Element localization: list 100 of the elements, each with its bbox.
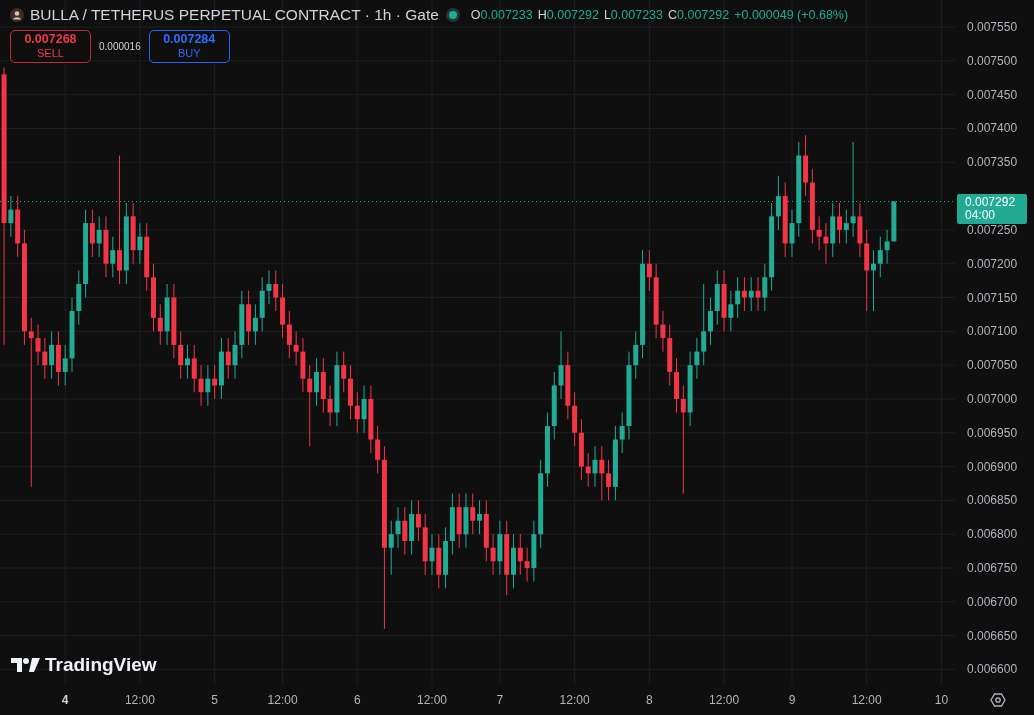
candlestick [429, 533, 435, 576]
candlestick [816, 215, 822, 251]
price-label: 0.006850 [967, 493, 1018, 508]
candlestick [327, 384, 333, 427]
candlestick [517, 533, 523, 576]
candlestick [599, 445, 605, 501]
candlestick [110, 236, 116, 278]
candlestick [707, 297, 713, 346]
candlestick [157, 303, 163, 346]
candlestick [728, 290, 734, 332]
price-label: 0.007200 [967, 256, 1018, 271]
candlestick [89, 209, 95, 258]
candlestick [762, 263, 768, 312]
ohlc-value: 0.007292 [546, 8, 599, 22]
candlestick [35, 324, 41, 366]
ref-line-label: 0.007292 [965, 194, 1017, 209]
candlestick [884, 229, 890, 265]
candlestick [402, 506, 408, 555]
status-dot [448, 11, 457, 19]
candlestick [837, 202, 843, 244]
candlestick [775, 175, 781, 231]
price-label: 0.007150 [967, 290, 1018, 305]
candlestick [789, 209, 795, 258]
candlestick [184, 344, 190, 380]
avatar-icon [10, 8, 24, 22]
price-label: 0.006900 [967, 459, 1018, 474]
candlestick [178, 330, 184, 380]
candlestick [877, 236, 883, 278]
ohlc-label: C [668, 8, 678, 22]
price-label: 0.006800 [967, 527, 1018, 542]
time-label: 12:00 [851, 693, 882, 707]
time-label: 5 [211, 693, 218, 707]
price-label: 0.007050 [967, 358, 1018, 373]
candlestick [415, 499, 421, 542]
candlestick [293, 330, 299, 366]
candlestick [225, 337, 231, 380]
time-label: 12:00 [416, 693, 447, 707]
time-label: 12:00 [559, 693, 590, 707]
candlestick [307, 364, 313, 447]
candlestick [252, 303, 258, 346]
candlestick [96, 215, 102, 258]
candlestick [524, 547, 530, 583]
price-label: 0.007500 [967, 53, 1018, 68]
candlestick [850, 141, 856, 238]
price-label: 0.007550 [967, 20, 1018, 35]
price-label: 0.006600 [967, 662, 1018, 677]
candlestick [477, 499, 483, 535]
price-label: 0.006950 [967, 425, 1018, 440]
settings-icon[interactable] [989, 692, 1006, 708]
candlestick [117, 155, 123, 285]
candlestick [694, 337, 700, 380]
time-label: 8 [646, 693, 653, 707]
time-label: 6 [353, 693, 361, 707]
price-label: 0.007250 [967, 222, 1018, 237]
candlestick [273, 269, 279, 312]
candlestick [266, 269, 272, 305]
candlestick [191, 344, 197, 393]
time-label: 4 [61, 693, 69, 707]
candlestick [558, 330, 564, 400]
price-label: 0.007450 [967, 87, 1018, 102]
candlestick [314, 357, 320, 407]
candlestick [361, 384, 367, 434]
candlestick [354, 391, 360, 434]
candlestick [395, 506, 401, 549]
candlestick [42, 337, 48, 380]
price-label: 0.006700 [967, 594, 1018, 609]
price-label: 0.007400 [967, 121, 1018, 136]
candlestick [843, 209, 849, 244]
candlestick [49, 330, 55, 380]
candlestick [592, 445, 598, 488]
buy-button[interactable]: 0.007284 BUY [148, 30, 230, 63]
candlestick [198, 364, 204, 407]
candlestick [62, 344, 68, 386]
time-label: 7 [496, 693, 504, 707]
time-label: 12:00 [267, 693, 298, 707]
candlestick [741, 276, 747, 312]
price-label: 0.006650 [967, 628, 1018, 643]
sell-button[interactable]: 0.007268 SELL [10, 30, 91, 63]
current-price-tag: 0.007292 04:00 [957, 193, 1027, 224]
candlestick [205, 364, 211, 407]
time-label: 9 [788, 693, 796, 707]
price-label: 0.007100 [967, 324, 1018, 339]
candlestick [633, 330, 639, 380]
candlestick [755, 276, 761, 312]
candlestick [660, 310, 666, 353]
candlestick [232, 330, 238, 380]
ohlc-label: H [537, 8, 547, 22]
candlestick [8, 195, 14, 238]
candlestick [680, 384, 686, 495]
candlestick [735, 276, 741, 319]
candlestick [470, 493, 476, 535]
time-label: 12:00 [124, 693, 155, 707]
ohlc-label: O [470, 8, 481, 22]
candlestick [701, 283, 707, 366]
ohlc-value: 0.007292 [677, 8, 730, 22]
chart-title: BULLA / TETHERUS PERPETUAL CONTRACT · 1h · Gate [30, 6, 439, 24]
candlestick [606, 459, 612, 501]
candlestick [490, 533, 496, 576]
candlestick [286, 310, 292, 359]
time-label: 10 [934, 693, 949, 707]
